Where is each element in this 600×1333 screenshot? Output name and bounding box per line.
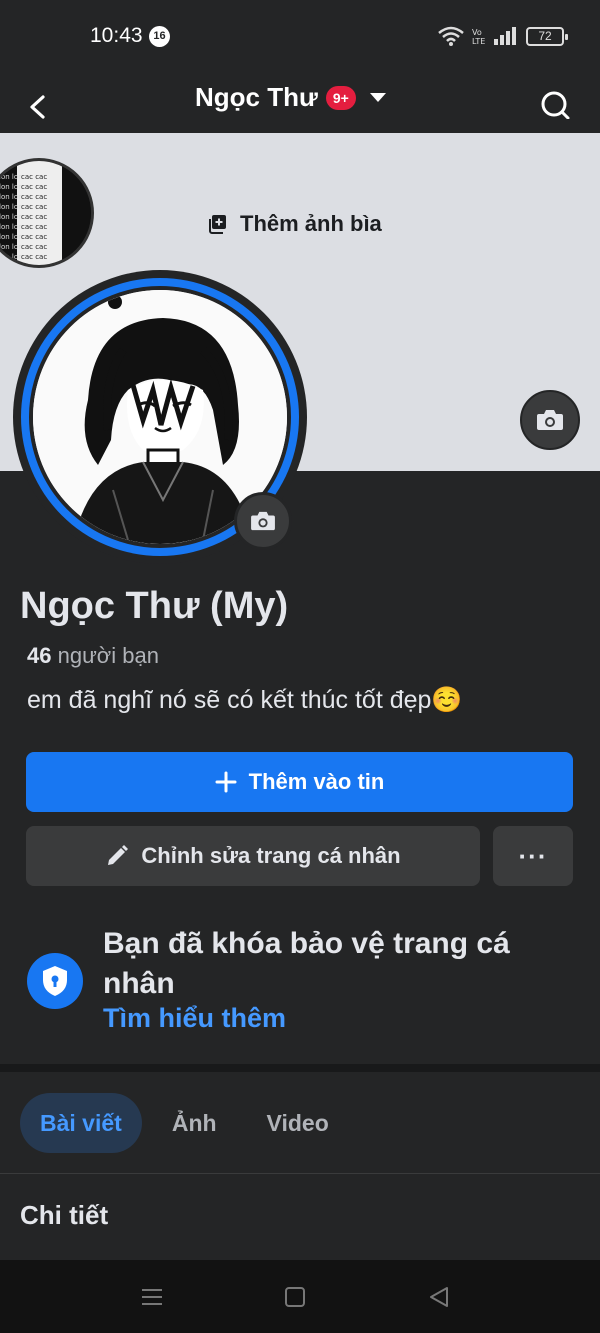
svg-text:cac cac: cac cac [21, 173, 47, 181]
svg-text:cac cac: cac cac [21, 253, 47, 261]
tabs-divider [0, 1173, 600, 1174]
add-to-story-label: Thêm vào tin [248, 769, 385, 794]
home-icon[interactable] [285, 1287, 305, 1307]
pencil-icon [108, 845, 129, 865]
svg-text:cac cac: cac cac [21, 203, 47, 211]
svg-text:lon lon: lon lon [0, 213, 23, 221]
tab-photos[interactable]: Ảnh [152, 1093, 237, 1153]
page-title: Ngọc Thư [195, 82, 318, 112]
status-icons: Vo LTE 72 [438, 26, 568, 46]
details-heading: Chi tiết [20, 1200, 109, 1230]
svg-text:lon lon: lon lon [0, 193, 23, 201]
profile-tabs: Bài viết Ảnh Video [20, 1093, 349, 1153]
recent-apps-icon[interactable] [142, 1287, 162, 1307]
back-button[interactable] [22, 80, 62, 120]
status-bar: 10:43 16 Vo LTE 72 [0, 0, 600, 70]
friends-count-label: người bạn [57, 643, 159, 668]
svg-text:cac cac: cac cac [21, 223, 47, 231]
volte-icon: Vo LTE [472, 28, 485, 46]
search-icon [541, 91, 570, 120]
battery-icon: 72 [526, 26, 568, 46]
caret-down-icon [369, 93, 386, 102]
friends-count-number: 46 [27, 643, 52, 668]
profile-bio: em đã nghĩ nó sẽ có kết thúc tốt đẹp☺️ [27, 686, 463, 714]
svg-text:cac cac: cac cac [21, 183, 47, 191]
svg-text:cac cac: cac cac [21, 233, 47, 241]
back-triangle-icon[interactable] [428, 1286, 450, 1308]
chevron-left-icon [30, 95, 45, 119]
system-nav-bar [0, 1260, 600, 1333]
plus-icon [215, 771, 237, 793]
profile-name: Ngọc Thư (My) [20, 585, 289, 627]
svg-text:lon lon: lon lon [0, 183, 23, 191]
svg-text:lon lon: lon lon [0, 233, 23, 241]
svg-text:lon lon: lon lon [0, 243, 23, 251]
svg-text:lon lon: lon lon [0, 223, 23, 231]
learn-more-link[interactable]: Tìm hiểu thêm [103, 1003, 286, 1034]
camera-icon [251, 511, 275, 531]
section-divider [0, 1064, 600, 1072]
add-to-story-button[interactable]: Thêm vào tin [26, 752, 573, 812]
profile-lock-title: Bạn đã khóa bảo vệ trang cá nhân [103, 927, 510, 1000]
svg-text:cac cac: cac cac [21, 243, 47, 251]
add-cover-photo-button[interactable]: Thêm ảnh bìa [208, 211, 382, 237]
status-notification-badge: 16 [149, 26, 170, 47]
signal-icon [494, 27, 516, 45]
profile-lock-badge [27, 953, 83, 1009]
cover-camera-button[interactable] [520, 390, 580, 450]
svg-text:Vo: Vo [472, 28, 482, 37]
camera-icon [537, 410, 563, 430]
svg-text:LTE: LTE [472, 37, 485, 46]
profile-switcher[interactable]: Ngọc Thư 9+ [195, 82, 386, 113]
shield-lock-icon [43, 966, 67, 996]
edit-profile-label: Chỉnh sửa trang cá nhân [141, 843, 401, 868]
profile-camera-button[interactable] [234, 492, 292, 550]
status-time: 10:43 [90, 24, 143, 47]
add-cover-label: Thêm ảnh bìa [240, 211, 382, 236]
more-dots-icon: ··· [518, 840, 548, 871]
add-photo-icon [209, 215, 226, 234]
edit-profile-button[interactable]: Chỉnh sửa trang cá nhân [26, 826, 480, 886]
tab-videos[interactable]: Video [247, 1093, 349, 1153]
svg-text:lon lon: lon lon [0, 203, 23, 211]
svg-text:lon lon: lon lon [0, 173, 23, 181]
friends-count[interactable]: 46 người bạn [27, 643, 159, 669]
wifi-icon [438, 26, 464, 46]
notification-badge: 9+ [325, 85, 356, 110]
search-button[interactable] [536, 79, 576, 120]
svg-text:cac cac: cac cac [21, 213, 47, 221]
svg-text:cac cac: cac cac [21, 193, 47, 201]
top-bar: Ngọc Thư 9+ [0, 70, 600, 132]
more-options-button[interactable]: ··· [493, 826, 573, 886]
tab-posts[interactable]: Bài viết [20, 1093, 142, 1153]
